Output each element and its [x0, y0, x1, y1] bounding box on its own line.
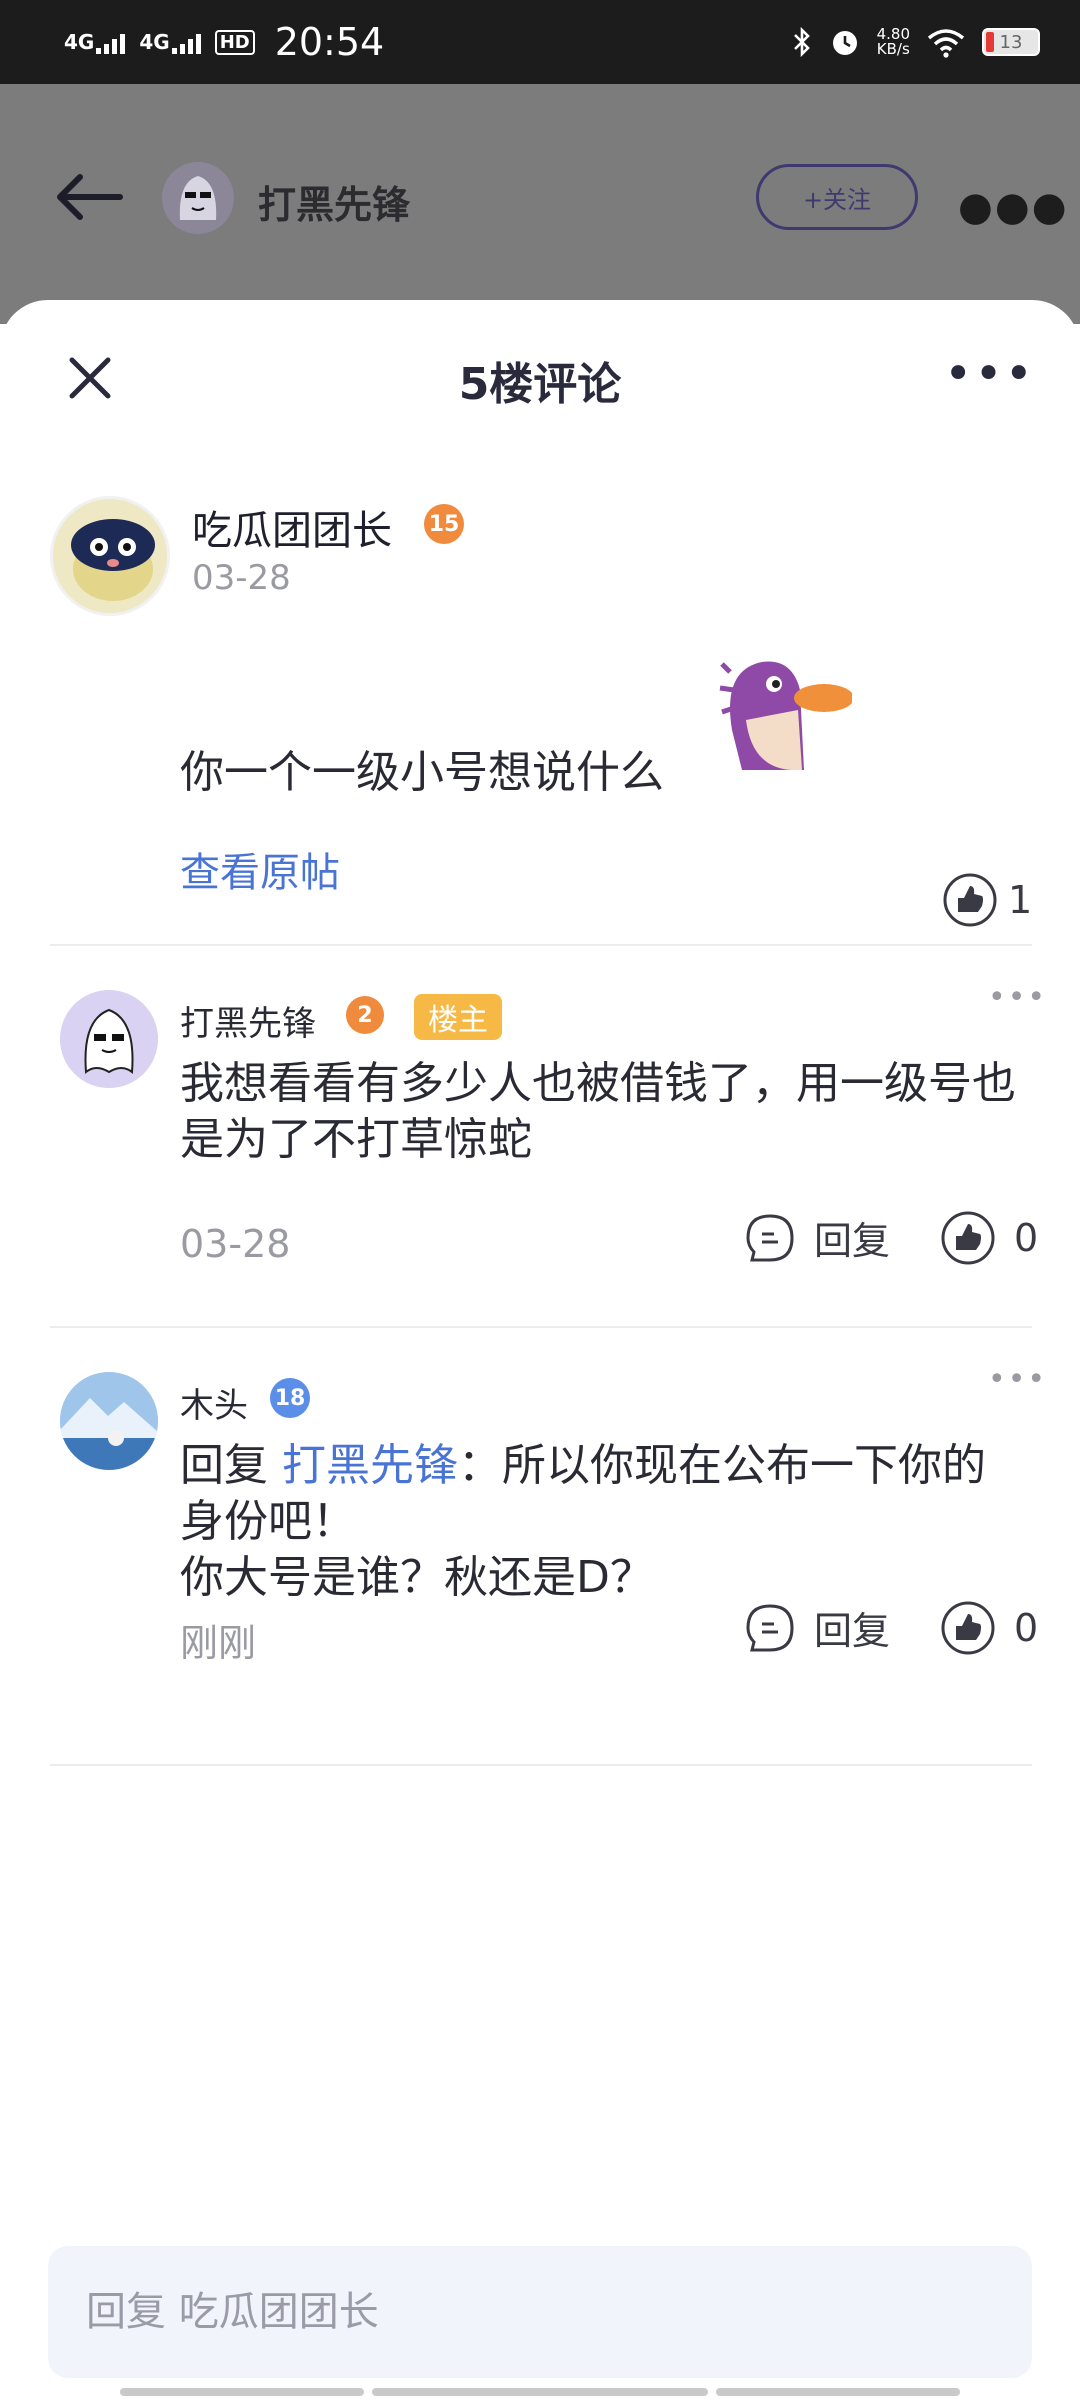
reply-avatar[interactable] — [60, 1372, 158, 1470]
home-indicator — [716, 2388, 960, 2396]
thumbs-up-icon — [943, 873, 997, 927]
more-icon[interactable]: ••• — [988, 1362, 1047, 1397]
comment-date: 03-28 — [192, 558, 291, 598]
commenter-avatar[interactable] — [50, 496, 170, 616]
reply-button[interactable]: 回复 — [744, 1600, 890, 1655]
reply-label: 回复 — [814, 1609, 891, 1653]
status-left: 4G 4G HD 20:54 — [64, 20, 384, 64]
more-icon[interactable]: ••• — [988, 980, 1047, 1015]
thumbs-up-icon — [941, 1211, 995, 1265]
pufferfish-avatar-icon — [53, 499, 167, 613]
commenter-name[interactable]: 吃瓜团团长 — [192, 498, 392, 556]
reply-input[interactable] — [48, 2246, 1032, 2378]
level-badge: 2 — [346, 996, 384, 1034]
view-original-post-link[interactable]: 查看原帖 — [180, 840, 340, 898]
comment-sheet: 5楼评论 ••• 吃瓜团团长 15 03-28 你一个一级小号想说什么 查看原帖… — [0, 300, 1080, 2400]
battery-level: 13 — [999, 31, 1023, 53]
signal-bars-icon — [96, 32, 126, 54]
reply-username[interactable]: 打黑先锋 — [180, 996, 316, 1045]
more-icon[interactable]: ●●● — [958, 184, 1069, 230]
reply-username[interactable]: 木头 — [180, 1378, 248, 1427]
bluetooth-icon — [793, 26, 810, 58]
author-name[interactable]: 打黑先锋 — [258, 174, 410, 229]
comment-text: 你一个一级小号想说什么 — [180, 747, 664, 798]
alarm-icon — [832, 31, 857, 55]
comment-bubble-icon — [746, 1603, 794, 1651]
level-badge: 15 — [424, 504, 464, 544]
landscape-avatar-icon — [60, 1372, 158, 1470]
speed-unit: KB/s — [876, 40, 910, 58]
hd-icon: HD — [214, 29, 255, 55]
like-button[interactable]: 0 — [940, 1210, 1038, 1266]
more-icon[interactable]: ••• — [944, 346, 1035, 402]
platypus-sticker — [719, 661, 852, 770]
status-bar: 4G 4G HD 20:54 4.80 KB/s 13 — [0, 0, 1080, 84]
reply-label: 回复 — [814, 1219, 891, 1263]
reply-date: 刚刚 — [180, 1621, 257, 1665]
like-count: 1 — [1008, 878, 1033, 922]
sheet-title: 5楼评论 — [458, 359, 622, 410]
like-count: 0 — [1014, 1216, 1039, 1260]
like-button[interactable]: 1 — [942, 872, 1032, 928]
reply-avatar[interactable] — [60, 990, 158, 1088]
home-indicator — [120, 2388, 364, 2396]
network-type-2: 4G — [139, 30, 170, 54]
battery-icon: 13 — [982, 28, 1040, 56]
signal-indicator-2: 4G — [139, 30, 201, 54]
reply-text: 回复 打黑先锋：所以你现在公布一下你的身份吧！ 你大号是谁？秋还是D？ — [180, 1438, 1020, 1606]
level-badge: 18 — [270, 1378, 310, 1418]
divider — [50, 1326, 1032, 1328]
like-button[interactable]: 0 — [940, 1600, 1038, 1656]
signal-indicator-1: 4G — [64, 30, 126, 54]
divider — [50, 944, 1032, 946]
ghost-avatar-icon — [179, 176, 217, 220]
divider — [50, 1764, 1032, 1766]
signal-bars-icon — [171, 32, 201, 54]
ghost-avatar-icon — [60, 990, 158, 1088]
home-indicator — [372, 2388, 708, 2396]
status-right: 4.80 KB/s 13 — [791, 26, 1040, 58]
follow-button[interactable]: +关注 — [756, 164, 918, 230]
thumbs-up-icon — [941, 1601, 995, 1655]
reply-prefix: 回复 — [180, 1440, 268, 1491]
reply-date: 03-28 — [180, 1222, 291, 1266]
reply-text: 我想看看有多少人也被借钱了，用一级号也是为了不打草惊蛇 — [180, 1058, 1016, 1165]
reply-button[interactable]: 回复 — [744, 1210, 890, 1265]
page-header-dimmed: 打黑先锋 +关注 ●●● — [0, 84, 1080, 324]
author-avatar[interactable] — [162, 162, 234, 234]
network-type-1: 4G — [64, 30, 95, 54]
owner-tag: 楼主 — [414, 994, 502, 1040]
status-time: 20:54 — [274, 20, 385, 64]
mention-link[interactable]: 打黑先锋 — [282, 1440, 458, 1491]
comment-bubble-icon — [746, 1213, 794, 1261]
like-count: 0 — [1014, 1606, 1039, 1650]
arrow-left-icon[interactable] — [54, 172, 124, 222]
network-speed: 4.80 KB/s — [877, 27, 910, 57]
wifi-icon — [927, 29, 965, 58]
